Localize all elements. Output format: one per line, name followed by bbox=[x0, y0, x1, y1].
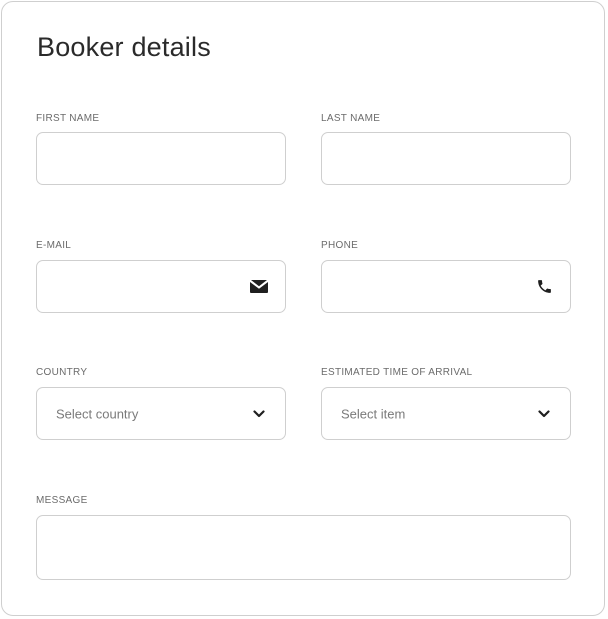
chevron-down-icon bbox=[534, 404, 554, 424]
message-textarea[interactable] bbox=[37, 516, 570, 579]
first-name-label: FIRST NAME bbox=[36, 113, 100, 124]
phone-icon bbox=[534, 277, 554, 297]
first-name-field[interactable] bbox=[36, 132, 286, 185]
arrival-select[interactable]: Select item bbox=[321, 387, 571, 440]
arrival-selected-value: Select item bbox=[341, 406, 406, 421]
country-label: COUNTRY bbox=[36, 367, 88, 378]
phone-field[interactable] bbox=[321, 260, 571, 313]
phone-input[interactable] bbox=[322, 261, 570, 312]
message-field[interactable] bbox=[36, 515, 571, 580]
country-selected-value: Select country bbox=[56, 406, 139, 421]
envelope-icon bbox=[249, 277, 269, 297]
last-name-input[interactable] bbox=[322, 133, 570, 184]
message-label: MESSAGE bbox=[36, 495, 88, 506]
email-input[interactable] bbox=[37, 261, 285, 312]
arrival-label: ESTIMATED TIME OF ARRIVAL bbox=[321, 367, 473, 378]
last-name-field[interactable] bbox=[321, 132, 571, 185]
form-title: Booker details bbox=[37, 32, 211, 62]
email-field[interactable] bbox=[36, 260, 286, 313]
country-select[interactable]: Select country bbox=[36, 387, 286, 440]
chevron-down-icon bbox=[249, 404, 269, 424]
first-name-input[interactable] bbox=[37, 133, 285, 184]
email-label: E-MAIL bbox=[36, 240, 72, 251]
phone-label: PHONE bbox=[321, 240, 359, 251]
booker-details-card: Booker details FIRST NAME LAST NAME E-MA… bbox=[1, 1, 605, 616]
last-name-label: LAST NAME bbox=[321, 113, 381, 124]
